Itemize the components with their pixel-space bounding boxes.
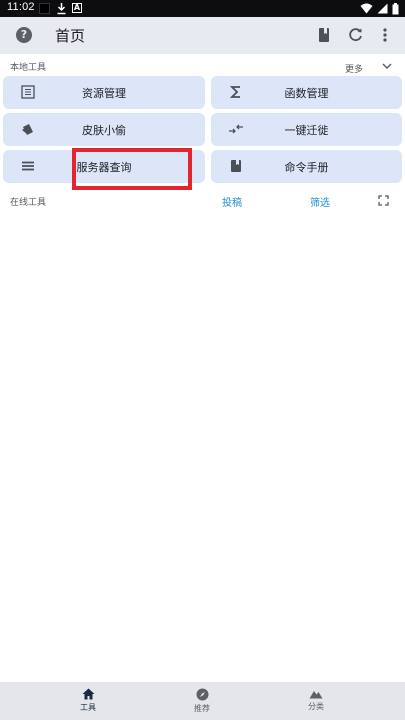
status-time: 11:02 [7,1,35,13]
tool-card-label: 函数管理 [284,87,329,100]
status-bar: 11:02 A [0,0,405,17]
tool-card-one-click-migrate[interactable]: 一键迁徙 [211,113,402,146]
nav-item-tools[interactable]: 工具 [43,682,133,720]
tool-card-skin-stealer[interactable]: 皮肤小偷 [3,113,205,146]
nav-item-category[interactable]: 分类 [271,682,361,720]
tool-card-label: 资源管理 [82,87,126,100]
online-tools-label: 在线工具 [10,198,47,208]
home-icon [82,688,94,700]
notification-a-icon: A [72,3,82,13]
nav-item-label: 推荐 [194,704,210,713]
battery-icon [392,2,399,14]
help-icon[interactable]: ? [16,27,32,43]
wifi-icon [360,3,373,14]
notification-app-icon [39,3,50,14]
chevron-down-icon[interactable] [382,62,392,70]
bottom-nav: 工具 推荐 分类 [0,682,405,720]
tool-card-label: 命令手册 [284,161,329,174]
nav-item-label: 分类 [308,702,324,711]
app-bar: ? 首页 [0,17,405,54]
fullscreen-icon[interactable] [378,195,389,206]
more-link[interactable]: 更多 [345,62,363,75]
signal-icon [377,3,388,14]
more-vert-icon[interactable] [376,26,394,44]
highlight-box [72,148,192,190]
submit-link[interactable]: 投稿 [222,194,242,209]
local-tools-label: 本地工具 [10,63,47,73]
tool-card-resource-manager[interactable]: 资源管理 [3,76,205,109]
tool-card-command-manual[interactable]: 命令手册 [211,150,402,183]
tool-card-function-manager[interactable]: 函数管理 [211,76,402,109]
compass-icon [196,688,208,701]
mountain-icon [309,691,323,699]
download-icon [57,3,66,15]
refresh-icon[interactable] [347,26,365,44]
nav-item-label: 工具 [80,703,96,712]
page-title: 首页 [55,27,86,45]
nav-item-recommend[interactable]: 推荐 [157,682,247,720]
tool-card-label: 皮肤小偷 [82,124,126,137]
bookmark-book-icon[interactable] [315,26,333,44]
tool-card-label: 一键迁徙 [284,124,329,137]
filter-link[interactable]: 筛选 [310,194,330,209]
